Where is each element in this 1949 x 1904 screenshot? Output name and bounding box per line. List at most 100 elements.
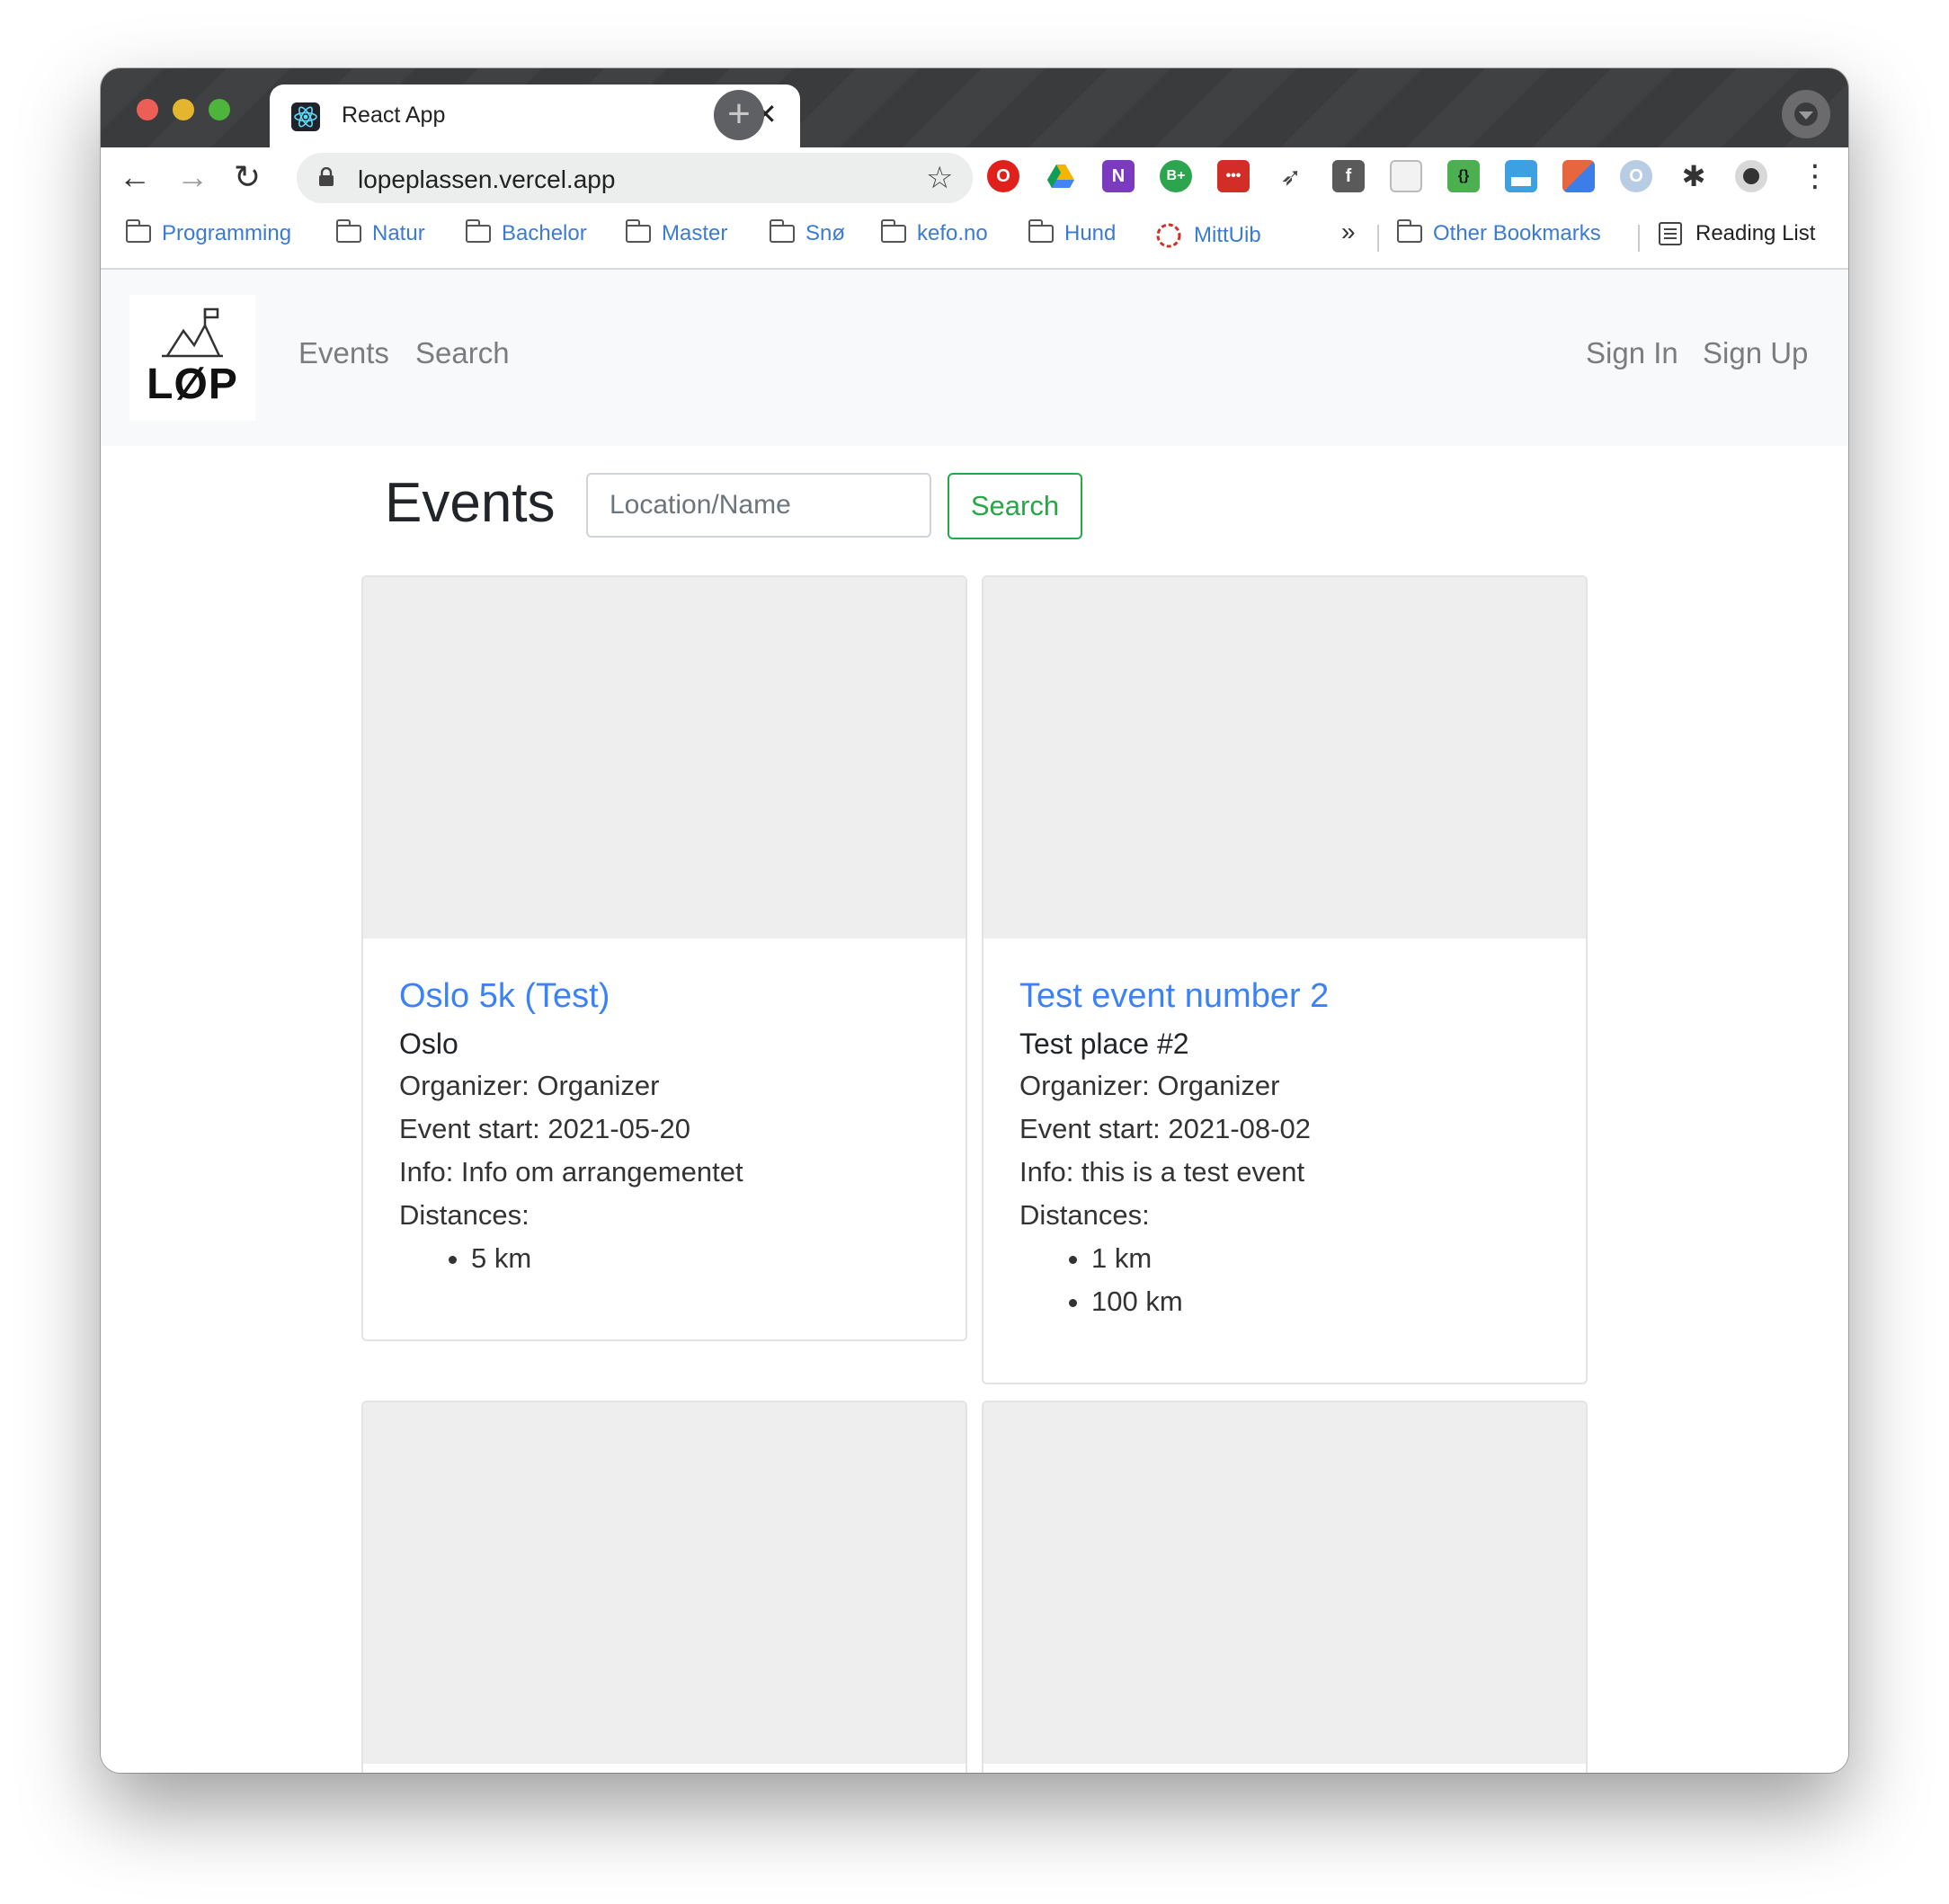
- event-card: [982, 1401, 1588, 1773]
- react-icon: [291, 102, 320, 131]
- tab-title: React App: [342, 102, 446, 128]
- folder-icon: [1028, 219, 1054, 243]
- rocket-icon[interactable]: ➶: [1275, 160, 1307, 192]
- folder-icon: [770, 219, 795, 243]
- nav-link-events[interactable]: Events: [298, 336, 389, 370]
- event-image-placeholder: [363, 1402, 966, 1764]
- bookmarks-overflow-icon[interactable]: »: [1341, 218, 1356, 246]
- bookmark-label: Programming: [162, 221, 292, 245]
- bookmark-label: kefo.no: [917, 221, 988, 245]
- bookmark-label: Hund: [1064, 221, 1117, 245]
- tab-search-icon[interactable]: [1782, 90, 1830, 138]
- folder-icon: [1397, 219, 1422, 243]
- bookmark-mittuib[interactable]: MittUib: [1154, 221, 1261, 250]
- profile-avatar[interactable]: [1735, 160, 1767, 192]
- new-tab-button[interactable]: +: [714, 90, 764, 140]
- bookmark-sno[interactable]: Snø: [770, 219, 846, 246]
- logo-text: LØP: [147, 360, 238, 408]
- o-extension-icon[interactable]: O: [1620, 160, 1652, 192]
- mittuib-icon: [1156, 223, 1181, 248]
- bookmark-label: Natur: [372, 221, 425, 245]
- folder-icon: [336, 219, 361, 243]
- event-card: Oslo 5k (Test) Oslo Organizer: Organizer…: [361, 575, 967, 1341]
- menu-icon[interactable]: ⋮: [1800, 158, 1830, 194]
- facebook-icon[interactable]: f: [1332, 160, 1365, 192]
- back-icon[interactable]: ←: [119, 158, 151, 196]
- bookmark-label: Snø: [805, 221, 846, 245]
- maximize-window-button[interactable]: [209, 99, 230, 120]
- distance-item: 100 km: [1091, 1280, 1568, 1323]
- distance-list: 5 km: [399, 1237, 948, 1280]
- bookmark-other[interactable]: Other Bookmarks: [1397, 219, 1601, 246]
- event-start: Event start: 2021-08-02: [1019, 1113, 1311, 1144]
- address-bar[interactable]: lopeplassen.vercel.app ☆: [297, 153, 973, 203]
- event-location: Oslo: [399, 1028, 458, 1060]
- folder-icon: [466, 219, 491, 243]
- site-navbar: LØP Events Search Sign In Sign Up: [101, 270, 1848, 446]
- event-image-placeholder: [983, 1402, 1586, 1764]
- page-icon[interactable]: [1390, 160, 1422, 192]
- opera-icon[interactable]: O: [987, 160, 1019, 192]
- event-card-body: Oslo 5k (Test) Oslo Organizer: Organizer…: [399, 955, 948, 1280]
- event-card-body: Test event number 2 Test place #2 Organi…: [1019, 955, 1568, 1323]
- event-title-link[interactable]: Oslo 5k (Test): [399, 974, 948, 1018]
- event-card: Test event number 2 Test place #2 Organi…: [982, 575, 1588, 1384]
- event-distances-label: Distances:: [1019, 1199, 1150, 1231]
- window-icon[interactable]: [1505, 160, 1537, 192]
- event-title-link[interactable]: Test event number 2: [1019, 974, 1568, 1018]
- bplus-icon[interactable]: B+: [1160, 160, 1192, 192]
- folder-icon: [126, 219, 151, 243]
- json-viewer-icon[interactable]: {}: [1447, 160, 1480, 192]
- bookmarks-divider: [1377, 225, 1379, 252]
- distance-item: 5 km: [471, 1237, 948, 1280]
- bookmark-hund[interactable]: Hund: [1028, 219, 1117, 246]
- mountain-icon: [162, 307, 223, 358]
- browser-toolbar: ← → ↻ lopeplassen.vercel.app ☆ O N B+ ••…: [101, 147, 1848, 210]
- lastpass-icon[interactable]: •••: [1217, 160, 1250, 192]
- sign-in-link[interactable]: Sign In: [1586, 336, 1678, 370]
- palette-icon[interactable]: [1562, 160, 1595, 192]
- event-organizer: Organizer: Organizer: [1019, 1070, 1280, 1101]
- page-title: Events: [385, 472, 556, 534]
- bookmarks-divider: [1638, 225, 1640, 252]
- event-card: [361, 1401, 967, 1773]
- bookmark-master[interactable]: Master: [626, 219, 728, 246]
- bookmark-label: Other Bookmarks: [1433, 221, 1601, 245]
- drive-icon[interactable]: [1045, 160, 1077, 192]
- location-search-input[interactable]: [586, 473, 931, 538]
- onenote-icon[interactable]: N: [1102, 160, 1135, 192]
- close-window-button[interactable]: [137, 99, 158, 120]
- event-location: Test place #2: [1019, 1028, 1189, 1060]
- reading-list-icon: [1659, 222, 1682, 245]
- sign-up-link[interactable]: Sign Up: [1703, 336, 1808, 370]
- distance-item: 1 km: [1091, 1237, 1568, 1280]
- search-button[interactable]: Search: [948, 473, 1082, 539]
- distance-list: 1 km 100 km: [1019, 1237, 1568, 1323]
- nav-link-search[interactable]: Search: [415, 336, 510, 370]
- browser-window: React App ✕ + ← → ↻ lopeplassen.vercel.a…: [101, 68, 1848, 1773]
- event-info: Info: this is a test event: [1019, 1156, 1305, 1188]
- event-distances-label: Distances:: [399, 1199, 530, 1231]
- bookmark-natur[interactable]: Natur: [336, 219, 425, 246]
- site-logo[interactable]: LØP: [129, 295, 255, 421]
- forward-icon[interactable]: →: [176, 158, 209, 196]
- event-organizer: Organizer: Organizer: [399, 1070, 660, 1101]
- bookmark-star-icon[interactable]: ☆: [926, 160, 953, 196]
- bookmark-label: Bachelor: [502, 221, 587, 245]
- bookmark-kefo[interactable]: kefo.no: [881, 219, 988, 246]
- bookmark-label: Master: [662, 221, 728, 245]
- url-text[interactable]: lopeplassen.vercel.app: [358, 165, 615, 194]
- reading-list-button[interactable]: Reading List: [1658, 221, 1815, 246]
- reload-icon[interactable]: ↻: [234, 158, 261, 196]
- bookmark-bachelor[interactable]: Bachelor: [466, 219, 587, 246]
- event-start: Event start: 2021-05-20: [399, 1113, 690, 1144]
- minimize-window-button[interactable]: [173, 99, 194, 120]
- bookmark-programming[interactable]: Programming: [126, 219, 292, 246]
- lock-icon: [319, 167, 334, 186]
- puzzle-icon[interactable]: ✱: [1678, 160, 1710, 192]
- folder-icon: [626, 219, 651, 243]
- event-image-placeholder: [983, 577, 1586, 939]
- event-info: Info: Info om arrangementet: [399, 1156, 743, 1188]
- tab-strip: React App ✕ +: [101, 68, 1848, 147]
- page-content: LØP Events Search Sign In Sign Up Events…: [101, 270, 1848, 1773]
